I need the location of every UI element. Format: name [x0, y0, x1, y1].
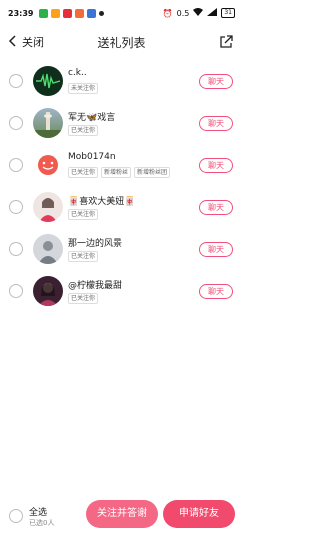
- wechat-icon: [39, 8, 49, 18]
- tag-list: 已关注你 新增粉丝 新增粉丝团: [68, 167, 171, 178]
- app-icon: [75, 8, 85, 18]
- follow-tag: 已关注你: [68, 125, 99, 136]
- row-checkbox[interactable]: [9, 158, 23, 172]
- user-name: 那一边的风景: [68, 239, 123, 249]
- nav-bar: 关闭 送礼列表: [0, 26, 243, 58]
- alarm-icon: ⏰: [162, 8, 173, 18]
- page-title: 送礼列表: [97, 35, 146, 50]
- row-checkbox[interactable]: [9, 242, 23, 256]
- user-name: c.k..: [68, 68, 87, 78]
- chat-button[interactable]: 聊天: [199, 284, 233, 299]
- status-app-icons: [39, 8, 105, 18]
- request-friend-button[interactable]: 申请好友: [163, 500, 235, 528]
- user-name: Mob0174n: [68, 152, 116, 162]
- signal-icon: [207, 8, 218, 18]
- avatar[interactable]: [33, 234, 63, 264]
- bottom-action-bar: 全选 已选0人 关注并答谢 申请好友: [0, 496, 243, 540]
- chat-button[interactable]: 聊天: [199, 200, 233, 215]
- follow-tag: 未关注你: [68, 83, 99, 94]
- follow-tag: 已关注你: [68, 251, 99, 262]
- user-name: 🀄喜欢大美妞🀄: [68, 197, 136, 207]
- tag-list: 已关注你: [68, 209, 99, 220]
- app-icon: [63, 8, 73, 18]
- battery-indicator: 31: [221, 8, 235, 18]
- chat-button[interactable]: 聊天: [199, 242, 233, 257]
- new-fan-tag: 新增粉丝: [101, 167, 132, 178]
- row-checkbox[interactable]: [9, 284, 23, 298]
- status-right: ⏰ 0.5 31: [163, 8, 235, 18]
- dot-icon: [99, 10, 105, 16]
- list-item[interactable]: 那一边的风景 已关注你 聊天: [0, 230, 243, 272]
- network-speed: 0.5: [176, 8, 190, 18]
- status-time: 23:39: [8, 8, 34, 18]
- tag-list: 已关注你: [68, 125, 99, 136]
- row-checkbox[interactable]: [9, 116, 23, 130]
- wifi-icon: [193, 8, 204, 18]
- chat-button[interactable]: 聊天: [199, 158, 233, 173]
- row-checkbox[interactable]: [9, 200, 23, 214]
- new-fan-group-tag: 新增粉丝团: [134, 167, 171, 178]
- list-item[interactable]: 军无🦋戏言 已关注你 聊天: [0, 104, 243, 146]
- avatar[interactable]: [33, 150, 63, 180]
- user-name: 军无🦋戏言: [68, 113, 116, 123]
- follow-tag: 已关注你: [68, 167, 99, 178]
- chat-button[interactable]: 聊天: [199, 74, 233, 89]
- row-checkbox[interactable]: [9, 74, 23, 88]
- select-all-label[interactable]: 全选: [29, 505, 47, 518]
- tag-list: 已关注你: [68, 293, 99, 304]
- gift-list: c.k.. 未关注你 聊天 军无🦋戏言 已关注你 聊天 Mob0174n 已关注…: [0, 62, 243, 314]
- chat-button[interactable]: 聊天: [199, 116, 233, 131]
- app-icon: [51, 8, 61, 18]
- select-all-checkbox[interactable]: [9, 509, 23, 523]
- tag-list: 已关注你: [68, 251, 99, 262]
- avatar[interactable]: [33, 276, 63, 306]
- tag-list: 未关注你: [68, 83, 99, 94]
- list-item[interactable]: @柠檬我最甜 已关注你 聊天: [0, 272, 243, 314]
- app-icon: [87, 8, 97, 18]
- list-item[interactable]: Mob0174n 已关注你 新增粉丝 新增粉丝团 聊天: [0, 146, 243, 188]
- follow-tag: 已关注你: [68, 209, 99, 220]
- avatar[interactable]: [33, 192, 63, 222]
- list-item[interactable]: c.k.. 未关注你 聊天: [0, 62, 243, 104]
- avatar[interactable]: [33, 66, 63, 96]
- share-icon[interactable]: [219, 34, 233, 48]
- follow-and-thank-button[interactable]: 关注并答谢: [86, 500, 158, 528]
- status-bar: 23:39 ⏰ 0.5 31: [0, 0, 243, 26]
- follow-tag: 已关注你: [68, 293, 99, 304]
- user-name: @柠檬我最甜: [68, 281, 123, 291]
- selected-count: 已选0人: [29, 519, 55, 527]
- list-item[interactable]: 🀄喜欢大美妞🀄 已关注你 聊天: [0, 188, 243, 230]
- avatar[interactable]: [33, 108, 63, 138]
